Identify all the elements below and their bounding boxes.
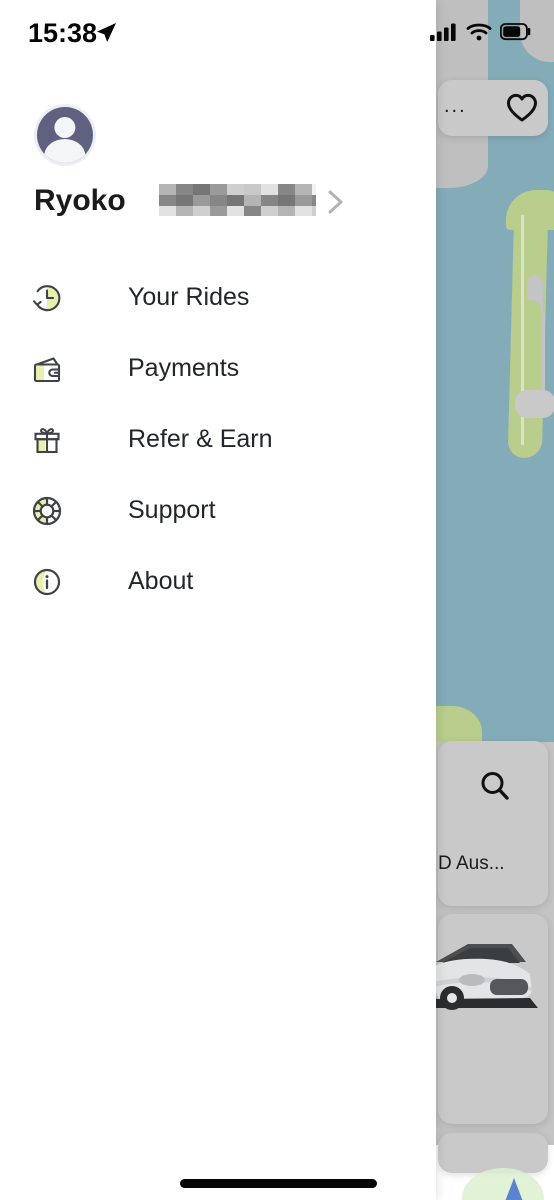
app-screen: ... D Aus... Ryoko Your Rides Payments R… bbox=[0, 0, 554, 1200]
wallet-icon bbox=[28, 350, 66, 388]
lifebuoy-icon bbox=[28, 492, 66, 530]
battery-icon bbox=[499, 23, 532, 46]
map-land-area bbox=[515, 390, 554, 418]
sidebar-item-about[interactable]: About bbox=[0, 546, 436, 617]
map-search-card[interactable]: D Aus... bbox=[438, 741, 548, 906]
location-arrow-icon bbox=[95, 22, 117, 49]
profile-surname-redacted bbox=[159, 184, 316, 216]
map-place-card[interactable]: ... bbox=[438, 80, 548, 136]
wifi-icon bbox=[466, 22, 492, 47]
avatar[interactable] bbox=[34, 104, 96, 166]
profile-name: Ryoko bbox=[34, 184, 126, 217]
search-card-label: D Aus... bbox=[438, 853, 505, 874]
sidebar-item-label: Payments bbox=[128, 354, 240, 382]
home-indicator-bar[interactable] bbox=[180, 1179, 377, 1188]
sidebar-item-your-rides[interactable]: Your Rides bbox=[0, 262, 436, 333]
navigation-drawer: Ryoko Your Rides Payments Refer & Earn S… bbox=[0, 0, 436, 1200]
profile-name-row[interactable]: Ryoko bbox=[34, 182, 343, 220]
sidebar-item-refer-and-earn[interactable]: Refer & Earn bbox=[0, 404, 436, 475]
sidebar-item-label: Refer & Earn bbox=[128, 425, 273, 453]
user-avatar-placeholder-icon bbox=[37, 107, 93, 163]
avatar-head-shape bbox=[54, 116, 76, 138]
avatar-body-shape bbox=[44, 138, 86, 163]
search-icon[interactable] bbox=[478, 769, 512, 808]
user-location-arrow-icon bbox=[497, 1178, 531, 1200]
sidebar-item-support[interactable]: Support bbox=[0, 475, 436, 546]
ride-history-clock-icon bbox=[28, 279, 66, 317]
chevron-right-icon[interactable] bbox=[326, 188, 346, 221]
info-circle-icon bbox=[28, 563, 66, 601]
heart-outline-icon[interactable] bbox=[506, 93, 538, 128]
car-illustration-icon bbox=[434, 936, 550, 1026]
drawer-menu: Your Rides Payments Refer & Earn Support… bbox=[0, 262, 436, 617]
sidebar-item-label: About bbox=[128, 567, 194, 595]
status-bar: 15:38 bbox=[0, 0, 554, 62]
overflow-label: ... bbox=[444, 95, 467, 117]
gift-icon bbox=[28, 421, 66, 459]
sidebar-item-label: Support bbox=[128, 496, 216, 524]
cellular-signal-icon bbox=[430, 22, 458, 47]
status-indicators bbox=[430, 22, 532, 47]
sidebar-item-label: Your Rides bbox=[128, 283, 250, 311]
map-next-card[interactable] bbox=[438, 1133, 548, 1173]
sidebar-item-payments[interactable]: Payments bbox=[0, 333, 436, 404]
map-vehicle-card[interactable] bbox=[434, 914, 548, 1124]
status-time: 15:38 bbox=[28, 18, 98, 48]
